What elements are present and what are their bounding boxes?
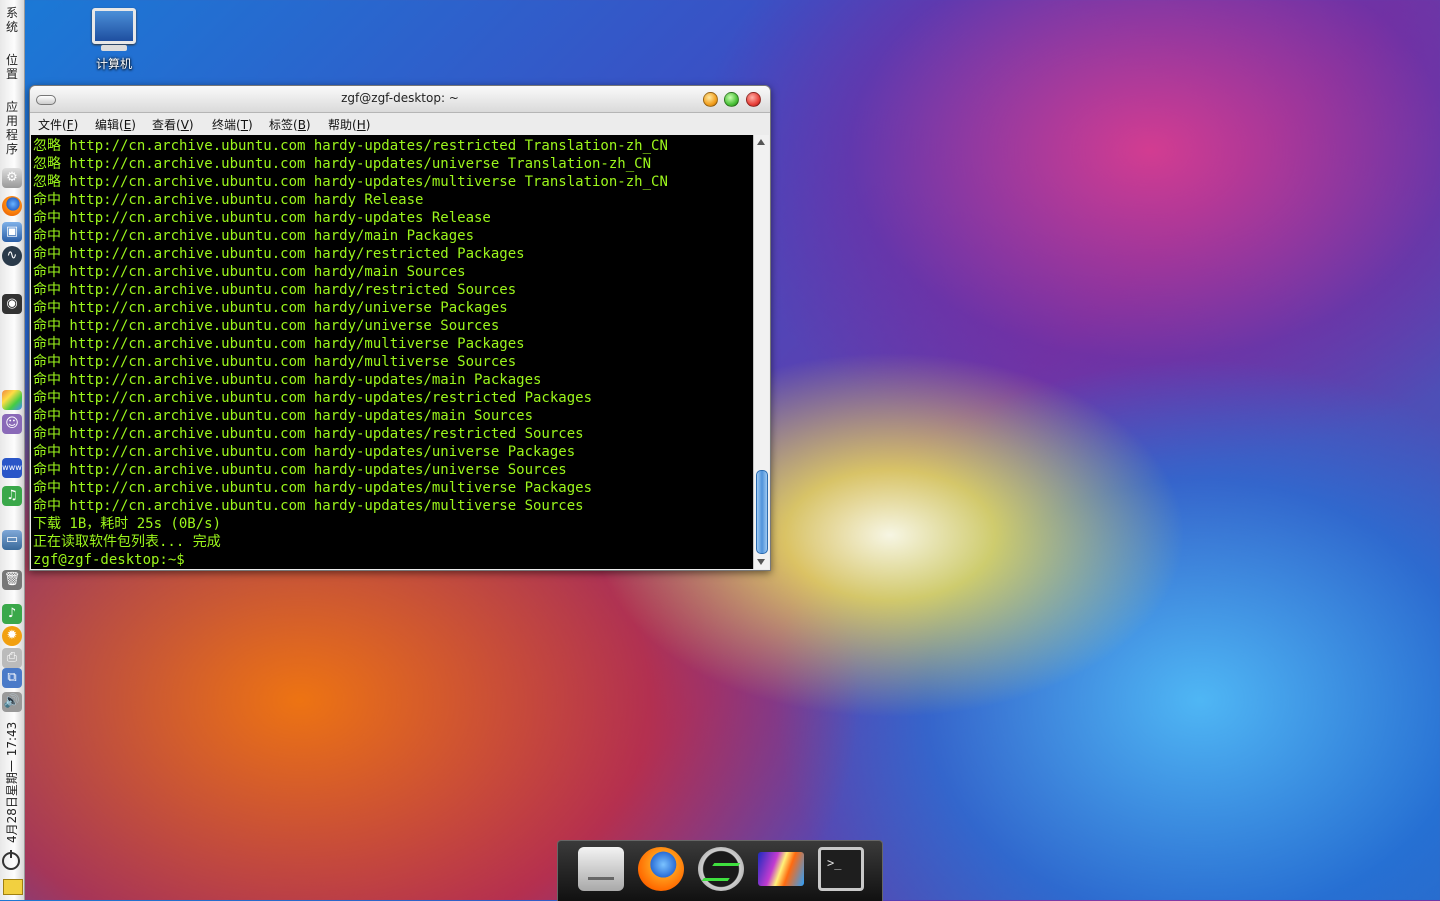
menu-help-key: H — [356, 118, 366, 132]
dock — [557, 840, 883, 901]
menu-help-label: 帮助( — [328, 118, 357, 132]
launcher-monitor-icon[interactable]: ∿ — [2, 246, 22, 266]
menu-applications-label: 应用程序 — [5, 100, 18, 156]
computer-icon-base — [101, 45, 127, 51]
left-panel: 系统 位置 应用程序 ⚙ ▣ ∿ ◉ ☺ www ♫ ▭ 🗑 ♪ ✹ ⎙ ⧉ 🔊… — [0, 0, 25, 900]
desktop-icon-label: 计算机 — [95, 57, 132, 71]
menu-terminal-end: ) — [248, 118, 253, 132]
menu-help[interactable]: 帮助(H) — [328, 116, 370, 133]
window-titlebar[interactable]: zgf@zgf-desktop: ~ — [30, 86, 770, 113]
menu-applications[interactable]: 应用程序 — [0, 100, 24, 156]
menu-system[interactable]: 系统 — [0, 6, 24, 34]
launcher-firefox-icon[interactable] — [2, 196, 22, 216]
menu-system-label: 系统 — [5, 6, 18, 34]
menu-help-end: ) — [365, 118, 371, 132]
launcher-trash-icon[interactable]: 🗑 — [2, 570, 22, 590]
launcher-music-icon[interactable]: ♫ — [2, 486, 22, 506]
launcher-pidgin-icon[interactable]: ☺ — [2, 414, 22, 434]
tray-update-icon[interactable]: ✹ — [2, 626, 22, 646]
terminal-output-text: 忽略 http://cn.archive.ubuntu.com hardy-up… — [33, 138, 668, 568]
desktop-icon-computer[interactable]: 计算机 — [86, 8, 142, 72]
firefox-icon[interactable] — [638, 847, 684, 891]
launcher-web-icon[interactable]: www — [2, 458, 22, 478]
menu-file-end: ) — [73, 118, 79, 132]
menu-terminal-label: 终端( — [212, 118, 241, 132]
window-title: zgf@zgf-desktop: ~ — [341, 91, 459, 105]
menu-view-end: ) — [188, 118, 194, 132]
menu-edit-end: ) — [131, 118, 136, 132]
wallpaper-icon[interactable] — [758, 852, 804, 886]
menu-edit-label: 编辑( — [95, 118, 124, 132]
close-button[interactable] — [746, 92, 761, 107]
scroll-up-icon[interactable] — [757, 139, 765, 145]
minimize-button[interactable] — [703, 92, 718, 107]
menu-view[interactable]: 查看(V) — [152, 116, 194, 133]
menu-tabs-end: ) — [305, 118, 311, 132]
launcher-paint-icon[interactable] — [2, 390, 22, 410]
scroll-down-icon[interactable] — [757, 559, 765, 565]
system-monitor-icon[interactable] — [698, 847, 744, 891]
maximize-button[interactable] — [724, 92, 739, 107]
menu-tabs-label: 标签( — [269, 118, 298, 132]
drive-icon[interactable] — [578, 847, 624, 891]
tray-volume-icon[interactable]: 🔊 — [2, 692, 22, 712]
scroll-thumb[interactable] — [756, 470, 768, 554]
panel-clock-text: 4月28日星期一 17:43 — [5, 721, 19, 843]
terminal-output-area[interactable]: 忽略 http://cn.archive.ubuntu.com hardy-up… — [31, 135, 753, 569]
tray-printer-icon[interactable]: ⎙ — [2, 648, 22, 668]
terminal-menubar: 文件(F) 编辑(E) 查看(V) 终端(T) 标签(B) 帮助(H) — [30, 113, 770, 134]
tray-network-icon[interactable]: ⧉ — [2, 668, 22, 688]
menu-tabs-key: B — [297, 118, 306, 132]
launcher-image-viewer-icon[interactable]: ▣ — [2, 222, 22, 242]
menu-file[interactable]: 文件(F) — [38, 116, 78, 133]
menu-terminal[interactable]: 终端(T) — [212, 116, 253, 133]
menu-terminal-key: T — [240, 118, 249, 132]
tray-music-icon[interactable]: ♪ — [2, 604, 22, 624]
vertical-scrollbar[interactable] — [753, 135, 769, 569]
computer-icon — [92, 8, 136, 44]
notes-icon[interactable] — [3, 879, 23, 895]
menu-places[interactable]: 位置 — [0, 53, 24, 81]
menu-view-label: 查看( — [152, 118, 181, 132]
menu-edit[interactable]: 编辑(E) — [95, 116, 136, 133]
menu-file-label: 文件( — [38, 118, 67, 132]
menu-tabs[interactable]: 标签(B) — [269, 116, 311, 133]
menu-places-label: 位置 — [5, 53, 18, 81]
panel-clock[interactable]: 4月28日星期一 17:43 — [1, 720, 23, 845]
terminal-window: zgf@zgf-desktop: ~ 文件(F) 编辑(E) 查看(V) 终端(… — [29, 85, 771, 571]
menu-file-key: F — [66, 118, 74, 132]
menu-view-key: V — [180, 118, 189, 132]
terminal-icon[interactable] — [818, 847, 864, 891]
launcher-camera-icon[interactable]: ◉ — [2, 294, 22, 314]
launcher-desktop-icon[interactable]: ▭ — [2, 530, 22, 550]
launcher-settings-icon[interactable]: ⚙ — [2, 168, 22, 188]
power-icon[interactable] — [2, 850, 20, 870]
